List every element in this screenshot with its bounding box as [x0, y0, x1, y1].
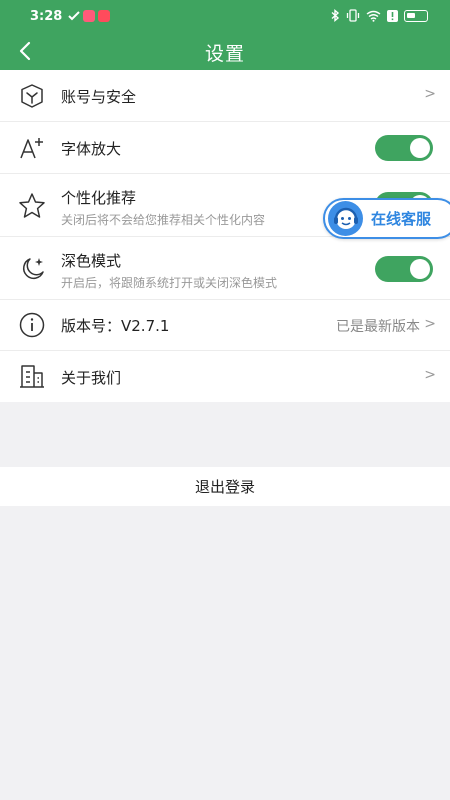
- wifi-icon: [366, 10, 381, 22]
- version-label: 版本号：V2.7.1: [61, 317, 170, 335]
- status-time: 3:28: [30, 9, 63, 24]
- alert-badge-icon: [387, 9, 398, 22]
- app-header: 3:28 设置: [0, 0, 450, 70]
- app-notification-icon: [68, 11, 80, 21]
- settings-item-label: 字体放大: [61, 140, 122, 158]
- settings-item-label: 个性化推荐: [61, 189, 137, 207]
- settings-item-label: 深色模式: [61, 252, 122, 270]
- settings-item-version[interactable]: 版本号：V2.7.1 已是最新版本 >: [0, 300, 450, 351]
- info-icon: [17, 310, 47, 340]
- version-status: 已是最新版本: [336, 319, 420, 335]
- font-size-icon: [17, 133, 47, 163]
- battery-icon: [404, 9, 428, 22]
- settings-item-about-us[interactable]: 关于我们 >: [0, 351, 450, 402]
- chevron-right-icon: >: [424, 316, 436, 332]
- shield-icon: [17, 81, 47, 111]
- font-size-toggle[interactable]: [375, 135, 433, 161]
- page-title: 设置: [204, 43, 245, 65]
- customer-service-icon: [328, 201, 363, 236]
- online-customer-service-button[interactable]: 在线客服: [323, 198, 450, 239]
- video-app-icon: [83, 10, 95, 22]
- toggle-knob: [410, 138, 430, 158]
- status-system-icons: [331, 9, 428, 22]
- settings-item-label: 关于我们: [61, 369, 122, 387]
- music-app-icon: [98, 10, 110, 22]
- dark-mode-toggle[interactable]: [375, 256, 433, 282]
- settings-item-subtitle: 关闭后将不会给您推荐相关个性化内容: [61, 213, 266, 227]
- settings-item-account-security[interactable]: 账号与安全 >: [0, 70, 450, 122]
- settings-item-label: 账号与安全: [61, 88, 137, 106]
- settings-item-dark-mode: 深色模式 开启后，将跟随系统打开或关闭深色模式: [0, 237, 450, 300]
- logout-button[interactable]: 退出登录: [0, 467, 450, 506]
- vibrate-icon: [346, 9, 360, 22]
- chevron-right-icon: >: [424, 86, 436, 102]
- settings-item-font-size: 字体放大: [0, 122, 450, 174]
- nav-bar: 设置: [0, 34, 450, 70]
- chevron-right-icon: >: [424, 367, 436, 383]
- status-notification-icons: [68, 10, 110, 22]
- bluetooth-icon: [331, 9, 340, 22]
- customer-service-label: 在线客服: [371, 210, 432, 228]
- toggle-knob: [410, 259, 430, 279]
- star-icon: [17, 191, 47, 221]
- status-bar: 3:28: [0, 0, 450, 34]
- moon-icon: [17, 254, 47, 284]
- building-icon: [17, 361, 47, 391]
- settings-item-subtitle: 开启后，将跟随系统打开或关闭深色模式: [61, 276, 278, 290]
